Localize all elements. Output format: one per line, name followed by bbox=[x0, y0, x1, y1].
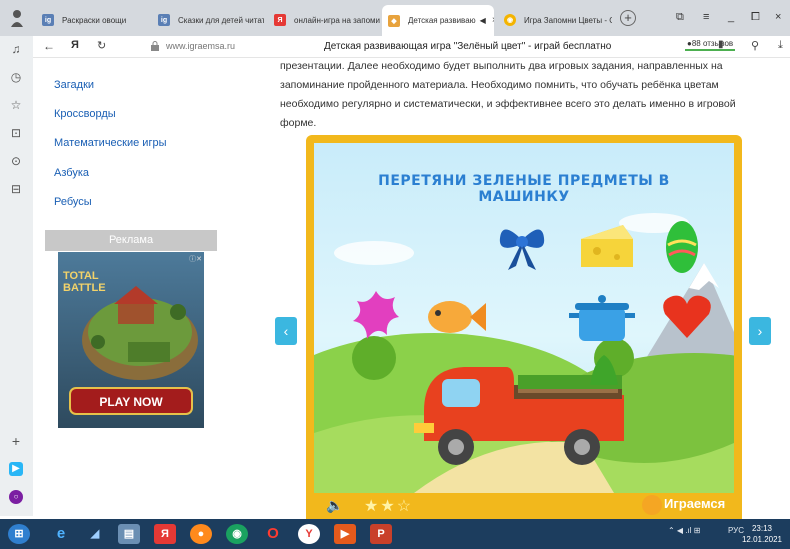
address-bar: ← Я ↻ www.igraemsa.ru Детская развивающа… bbox=[33, 36, 790, 58]
ie-icon[interactable]: e bbox=[50, 524, 72, 544]
chrome-icon: ◉ bbox=[504, 14, 516, 26]
tab-active-game[interactable]: ◆ Детская развиваю ◀ × bbox=[382, 5, 494, 36]
green-egg-item[interactable] bbox=[664, 215, 700, 275]
tab-label: Раскраски овощи bbox=[62, 15, 127, 25]
bookmark-icon[interactable]: ▮ bbox=[718, 39, 724, 50]
yandex-logo[interactable]: Я bbox=[71, 39, 79, 51]
tab-bar: ig Раскраски овощи ig Сказки для детей ч… bbox=[0, 0, 790, 36]
pink-blot-item[interactable] bbox=[349, 285, 403, 343]
bell-icon[interactable]: ♫ bbox=[9, 42, 23, 56]
menu-item-crosswords[interactable]: Кроссворды bbox=[54, 108, 116, 120]
notes-icon[interactable]: ⊟ bbox=[9, 182, 23, 196]
site-icon: ig bbox=[42, 14, 54, 26]
minimize-icon[interactable]: _ bbox=[728, 11, 734, 23]
tab-memory-game[interactable]: Я онлайн-игра на запомин bbox=[268, 7, 380, 33]
collections-icon[interactable]: ⊡ bbox=[9, 126, 23, 140]
ad-banner[interactable]: TOTAL BATTLE PLAY NOW ⓘ✕ bbox=[58, 252, 204, 428]
tab-fairy-tales[interactable]: ig Сказки для детей читать bbox=[152, 7, 264, 33]
article-text: презентации. Далее необходимо будет выпо… bbox=[280, 60, 736, 129]
page-title: Детская развивающая игра "Зелёный цвет" … bbox=[324, 41, 612, 52]
zen-icon[interactable]: ⊙ bbox=[9, 154, 23, 168]
browser-side-panel: ♫ ◷ ☆ ⊡ ⊙ ⊟ + ▶ ○ bbox=[0, 36, 33, 516]
tab-label: Детская развиваю bbox=[408, 16, 476, 25]
close-tab-icon[interactable]: × bbox=[492, 15, 494, 26]
menu-icon[interactable]: ≡ bbox=[703, 11, 709, 23]
tabs-icon[interactable]: ⧉ bbox=[676, 11, 684, 24]
new-tab-button[interactable]: + bbox=[620, 10, 636, 26]
game-canvas[interactable]: ПЕРЕТЯНИ ЗЕЛЕНЫЕ ПРЕДМЕТЫ В МАШИНКУ bbox=[314, 143, 734, 493]
ad-play-button[interactable]: PLAY NOW bbox=[70, 395, 192, 409]
site-icon: ◆ bbox=[388, 14, 400, 27]
yandex-browser-icon[interactable]: Y bbox=[298, 524, 320, 544]
clock-date: 12.01.2021 bbox=[741, 535, 782, 544]
tab-flowers-game[interactable]: ◉ Игра Запомни Цветы - О bbox=[498, 7, 612, 33]
video-icon[interactable]: ▶ bbox=[9, 462, 23, 476]
tab-vegetable-coloring[interactable]: ig Раскраски овощи bbox=[36, 7, 148, 33]
url-text[interactable]: www.igraemsa.ru bbox=[166, 41, 235, 51]
mic-icon[interactable] bbox=[642, 495, 662, 515]
tray-icons[interactable]: ⌃ ◀ .ıl ⊞ bbox=[668, 526, 700, 535]
blue-pot-item[interactable] bbox=[569, 291, 635, 349]
history-icon[interactable]: ◷ bbox=[9, 70, 23, 84]
yandex-icon: Я bbox=[274, 14, 286, 26]
game-frame: ПЕРЕТЯНИ ЗЕЛЕНЫЕ ПРЕДМЕТЫ В МАШИНКУ 🔈 ★★… bbox=[306, 135, 742, 520]
app-icon[interactable]: ◢ bbox=[84, 524, 106, 544]
cheese-item[interactable] bbox=[579, 223, 635, 271]
site-logo[interactable]: Играемся bbox=[664, 496, 725, 511]
tab-label: Сказки для детей читать bbox=[178, 15, 264, 25]
clock-time: 23:13 bbox=[751, 524, 772, 533]
close-window-icon[interactable]: × bbox=[775, 11, 781, 23]
opera-icon[interactable]: O bbox=[262, 524, 284, 544]
red-heart-item[interactable] bbox=[659, 288, 715, 344]
menu-item-alphabet[interactable]: Азбука bbox=[54, 167, 89, 179]
sound-icon[interactable]: 🔈 bbox=[326, 497, 343, 514]
add-panel-icon[interactable]: + bbox=[9, 434, 23, 448]
windows-taskbar: ⊞ e ◢ ▤ Я ● ◉ O Y ▶ P ⌃ ◀ .ıl ⊞ РУС 23:1… bbox=[0, 519, 790, 549]
ad-game-title: TOTAL BATTLE bbox=[63, 270, 106, 294]
stars-rating: ★★☆ bbox=[364, 498, 414, 515]
menu-item-math-games[interactable]: Математические игры bbox=[54, 137, 166, 149]
alice-icon[interactable]: ○ bbox=[9, 490, 23, 504]
site-icon: ig bbox=[158, 14, 170, 26]
tab-label: Игра Запомни Цветы - О bbox=[524, 15, 612, 25]
chrome-taskbar-icon[interactable]: ◉ bbox=[226, 524, 248, 544]
ad-header: Реклама bbox=[45, 230, 217, 251]
browser-profile-icon[interactable] bbox=[10, 8, 24, 28]
lock-icon bbox=[151, 41, 159, 51]
prev-game-button[interactable]: ‹ bbox=[275, 317, 297, 345]
reviews-count: 88 отзывов bbox=[691, 39, 734, 48]
ad-info-icon[interactable]: ⓘ✕ bbox=[189, 254, 202, 264]
media-player-icon[interactable]: ▶ bbox=[334, 524, 356, 544]
clock[interactable]: 23:13 12.01.2021 bbox=[742, 523, 782, 545]
blue-bow-item[interactable] bbox=[494, 218, 550, 272]
menu-item-riddles[interactable]: Загадки bbox=[54, 79, 94, 91]
reload-button[interactable]: ↻ bbox=[97, 39, 106, 52]
game-instruction: ПЕРЕТЯНИ ЗЕЛЕНЫЕ ПРЕДМЕТЫ В МАШИНКУ bbox=[378, 173, 670, 205]
speaker-icon[interactable]: ◀ bbox=[480, 16, 486, 25]
download-icon[interactable]: ⤓ bbox=[778, 39, 783, 52]
favorites-icon[interactable]: ☆ bbox=[9, 98, 23, 112]
yandex-taskbar-icon[interactable]: Я bbox=[154, 524, 176, 544]
powerpoint-icon[interactable]: P bbox=[370, 524, 392, 544]
tab-label: онлайн-игра на запомин bbox=[294, 15, 380, 25]
goldfish-item[interactable] bbox=[422, 291, 488, 341]
extensions-icon[interactable]: ⚲ bbox=[751, 39, 759, 52]
game-controls-bar: 🔈 ★★☆ Играемся bbox=[306, 493, 742, 520]
reviews-badge[interactable]: ●88 отзывов bbox=[685, 38, 736, 51]
menu-item-rebuses[interactable]: Ребусы bbox=[54, 196, 92, 208]
back-button[interactable]: ← bbox=[43, 39, 55, 53]
explorer-icon[interactable]: ▤ bbox=[118, 524, 140, 544]
next-game-button[interactable]: › bbox=[749, 317, 771, 345]
restore-icon[interactable]: ⧠ bbox=[751, 11, 760, 24]
corn-plant bbox=[590, 355, 618, 385]
firefox-icon[interactable]: ● bbox=[190, 524, 212, 544]
start-button[interactable]: ⊞ bbox=[8, 524, 30, 544]
